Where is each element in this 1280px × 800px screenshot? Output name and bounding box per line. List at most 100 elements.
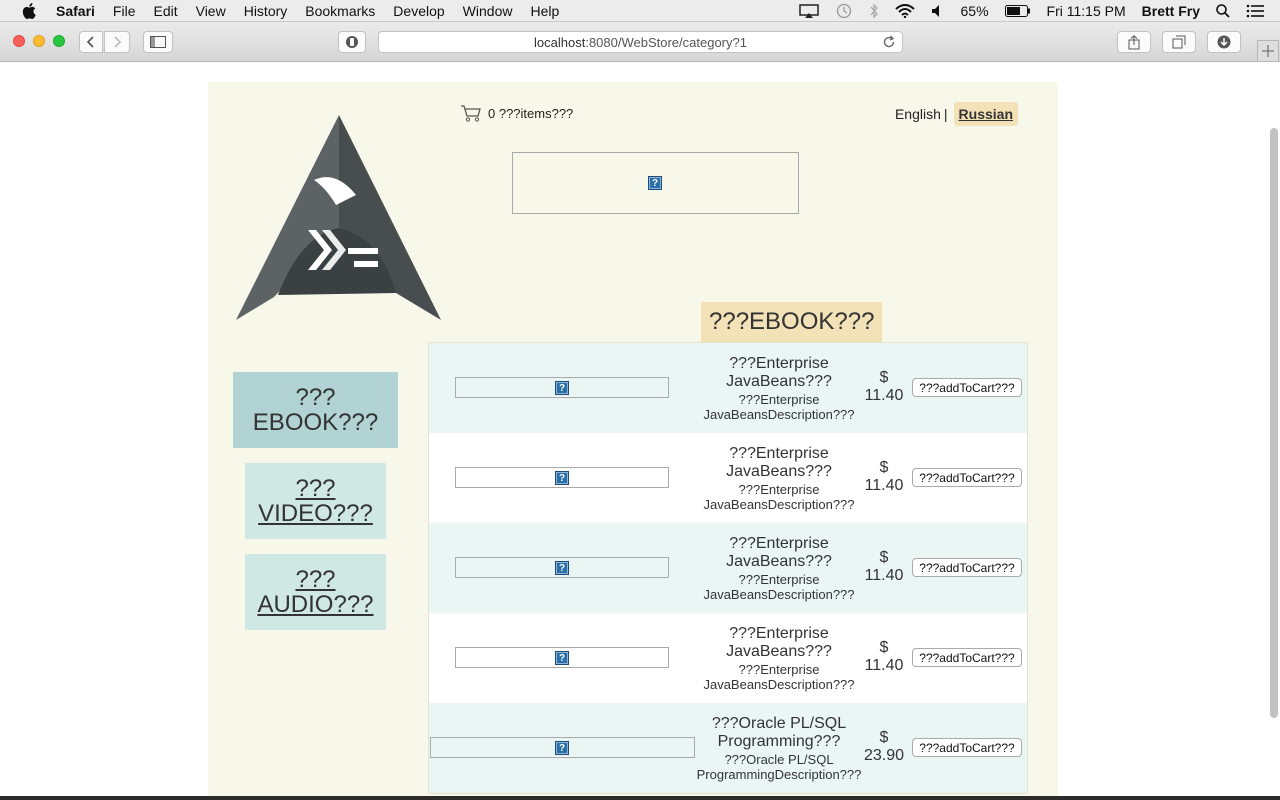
add-to-cart-button[interactable]: ???addToCart??? — [912, 738, 1022, 757]
product-price: $ 11.40 — [859, 369, 909, 405]
menu-history[interactable]: History — [244, 3, 288, 19]
price-currency: $ — [879, 549, 889, 566]
product-price: $ 11.40 — [859, 459, 909, 495]
apple-icon[interactable] — [20, 2, 38, 19]
menu-file[interactable]: File — [113, 3, 136, 19]
airplay-icon[interactable] — [798, 4, 819, 18]
product-price: $ 23.90 — [859, 729, 909, 765]
product-name[interactable]: ???Enterprise JavaBeans??? — [689, 445, 869, 481]
broken-image-icon: ? — [555, 471, 569, 485]
back-button[interactable] — [79, 31, 103, 53]
user-name[interactable]: Brett Fry — [1142, 3, 1200, 19]
webstore-page: 0 ???items??? English | Russian ? ???EBO… — [208, 82, 1058, 796]
battery-percent: 65% — [960, 3, 989, 19]
new-tab-icon[interactable] — [1257, 40, 1279, 62]
menu-help[interactable]: Help — [530, 3, 559, 19]
minimize-window-button[interactable] — [33, 35, 45, 47]
wifi-icon[interactable] — [894, 4, 915, 18]
clock[interactable]: Fri 11:15 PM — [1047, 3, 1126, 19]
product-row: ? ???Enterprise JavaBeans??? ???Enterpri… — [429, 343, 1027, 433]
browser-toolbar: localhost:8080/WebStore/category?1 — [0, 22, 1280, 62]
desktop-background — [0, 796, 1280, 800]
product-info: ???Enterprise JavaBeans??? ???Enterprise… — [689, 445, 869, 512]
price-currency: $ — [879, 369, 889, 386]
sidebar-item-video[interactable]: ??? VIDEO??? — [245, 463, 386, 539]
product-name[interactable]: ???Enterprise JavaBeans??? — [689, 535, 869, 571]
menu-view[interactable]: View — [196, 3, 226, 19]
language-switcher: English | Russian — [895, 102, 1018, 126]
forward-button[interactable] — [104, 31, 130, 53]
product-row: ? ???Enterprise JavaBeans??? ???Enterpri… — [429, 433, 1027, 523]
product-info: ???Enterprise JavaBeans??? ???Enterprise… — [689, 625, 869, 692]
product-name[interactable]: ???Enterprise JavaBeans??? — [689, 625, 869, 661]
menu-window[interactable]: Window — [463, 3, 513, 19]
add-to-cart-button[interactable]: ???addToCart??? — [912, 648, 1022, 667]
bluetooth-icon[interactable] — [869, 3, 879, 19]
zoom-window-button[interactable] — [53, 35, 65, 47]
menu-bookmarks[interactable]: Bookmarks — [305, 3, 375, 19]
share-button[interactable] — [1117, 31, 1151, 53]
privacy-shield-button[interactable] — [338, 31, 366, 53]
cart-summary[interactable]: 0 ???items??? — [460, 104, 573, 122]
volume-icon[interactable] — [931, 4, 945, 18]
notification-center-icon[interactable] — [1246, 4, 1264, 18]
add-to-cart-button[interactable]: ???addToCart??? — [912, 378, 1022, 397]
price-currency: $ — [879, 729, 889, 746]
product-description: ???Enterprise JavaBeansDescription??? — [703, 572, 855, 602]
menu-edit[interactable]: Edit — [153, 3, 177, 19]
broken-image-icon: ? — [555, 381, 569, 395]
product-price: $ 11.40 — [859, 639, 909, 675]
price-currency: $ — [879, 459, 889, 476]
product-info: ???Oracle PL/SQL Programming??? ???Oracl… — [679, 715, 879, 782]
broken-image-icon: ? — [555, 741, 569, 755]
broken-image-icon: ? — [555, 651, 569, 665]
close-window-button[interactable] — [13, 35, 25, 47]
product-description: ???Enterprise JavaBeansDescription??? — [703, 482, 855, 512]
app-menu-safari[interactable]: Safari — [56, 3, 95, 19]
banner-image-placeholder: ? — [512, 152, 799, 214]
downloads-button[interactable] — [1207, 31, 1241, 53]
product-list: ? ???Enterprise JavaBeans??? ???Enterpri… — [428, 342, 1028, 794]
product-image-placeholder[interactable]: ? — [455, 467, 669, 488]
product-row: ? ???Oracle PL/SQL Programming??? ???Ora… — [429, 703, 1027, 793]
macos-menu-bar: Safari File Edit View History Bookmarks … — [0, 0, 1280, 22]
page-viewport: 0 ???items??? English | Russian ? ???EBO… — [0, 62, 1280, 796]
sidebar-toggle-button[interactable] — [143, 31, 173, 53]
product-image-placeholder[interactable]: ? — [455, 557, 669, 578]
product-info: ???Enterprise JavaBeans??? ???Enterprise… — [689, 355, 869, 422]
product-description: ???Enterprise JavaBeansDescription??? — [703, 392, 855, 422]
price-value: 11.40 — [864, 657, 904, 674]
product-image-placeholder[interactable]: ? — [455, 647, 669, 668]
battery-icon[interactable] — [1004, 5, 1031, 17]
price-value: 11.40 — [864, 387, 904, 404]
lang-russian-link[interactable]: Russian — [953, 102, 1018, 126]
price-value: 11.40 — [864, 567, 904, 584]
broken-image-icon: ? — [648, 176, 662, 190]
price-value: 23.90 — [863, 747, 905, 764]
sidebar-item-ebook[interactable]: ??? EBOOK??? — [233, 372, 398, 448]
price-currency: $ — [879, 639, 889, 656]
add-to-cart-button[interactable]: ???addToCart??? — [912, 558, 1022, 577]
address-bar[interactable]: localhost:8080/WebStore/category?1 — [378, 31, 903, 53]
menu-develop[interactable]: Develop — [393, 3, 444, 19]
url-host: localhost — [534, 34, 586, 50]
product-price: $ 11.40 — [859, 549, 909, 585]
sidebar-item-audio[interactable]: ??? AUDIO??? — [245, 554, 386, 630]
time-machine-icon[interactable] — [835, 3, 853, 19]
spotlight-search-icon[interactable] — [1216, 4, 1230, 18]
product-image-placeholder[interactable]: ? — [430, 737, 695, 758]
product-image-placeholder[interactable]: ? — [455, 377, 669, 398]
category-title: ???EBOOK??? — [701, 302, 883, 342]
lang-english-link[interactable]: English — [895, 106, 941, 122]
reload-icon[interactable] — [882, 35, 896, 52]
lang-separator: | — [943, 106, 948, 122]
store-logo — [236, 115, 441, 320]
tab-overview-button[interactable] — [1162, 31, 1196, 53]
product-row: ? ???Enterprise JavaBeans??? ???Enterpri… — [429, 523, 1027, 613]
vertical-scrollbar[interactable] — [1270, 128, 1278, 718]
product-description: ???Enterprise JavaBeansDescription??? — [703, 662, 855, 692]
add-to-cart-button[interactable]: ???addToCart??? — [912, 468, 1022, 487]
product-name[interactable]: ???Oracle PL/SQL Programming??? — [679, 715, 879, 751]
shopping-cart-icon — [461, 105, 481, 122]
product-name[interactable]: ???Enterprise JavaBeans??? — [689, 355, 869, 391]
